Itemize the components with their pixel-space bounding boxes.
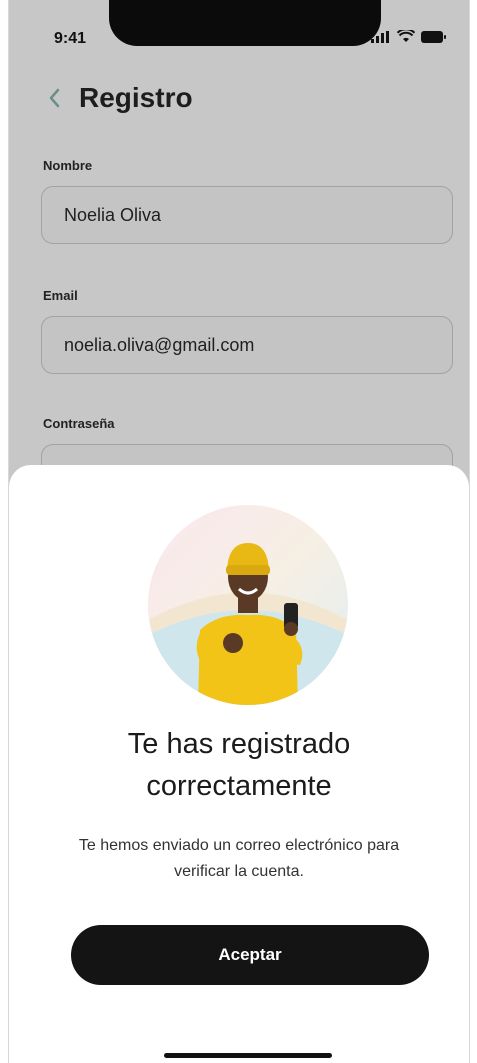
- email-value: noelia.oliva@gmail.com: [64, 334, 255, 355]
- header: Registro: [45, 82, 193, 114]
- accept-button[interactable]: Aceptar: [71, 925, 429, 985]
- status-bar: 9:41: [9, 0, 469, 70]
- status-icons: [371, 30, 447, 43]
- wifi-icon: [397, 30, 415, 42]
- page-title: Registro: [79, 82, 193, 113]
- battery-icon: [421, 30, 446, 43]
- name-label: Nombre: [43, 158, 93, 173]
- name-value: Noelia Oliva: [64, 204, 162, 225]
- signal-icon: [371, 30, 389, 43]
- password-label: Contraseña: [43, 416, 115, 431]
- email-field[interactable]: noelia.oliva@gmail.com: [41, 316, 453, 374]
- chevron-left-icon[interactable]: [45, 86, 63, 110]
- celebrating-person-illustration: [148, 505, 348, 705]
- email-label: Email: [43, 288, 78, 303]
- home-indicator: [164, 1053, 332, 1058]
- name-field[interactable]: Noelia Oliva: [41, 186, 453, 244]
- success-modal: Te has registrado correctamente Te hemos…: [9, 465, 469, 1063]
- success-message: Te hemos enviado un correo electrónico p…: [78, 837, 400, 880]
- status-time: 9:41: [54, 30, 87, 47]
- notch: [109, 0, 381, 46]
- success-title: Te has registrado correctamente: [127, 728, 351, 802]
- phone-screen: 9:41 Registro Nombre Noelia Oliva Email …: [8, 0, 470, 1063]
